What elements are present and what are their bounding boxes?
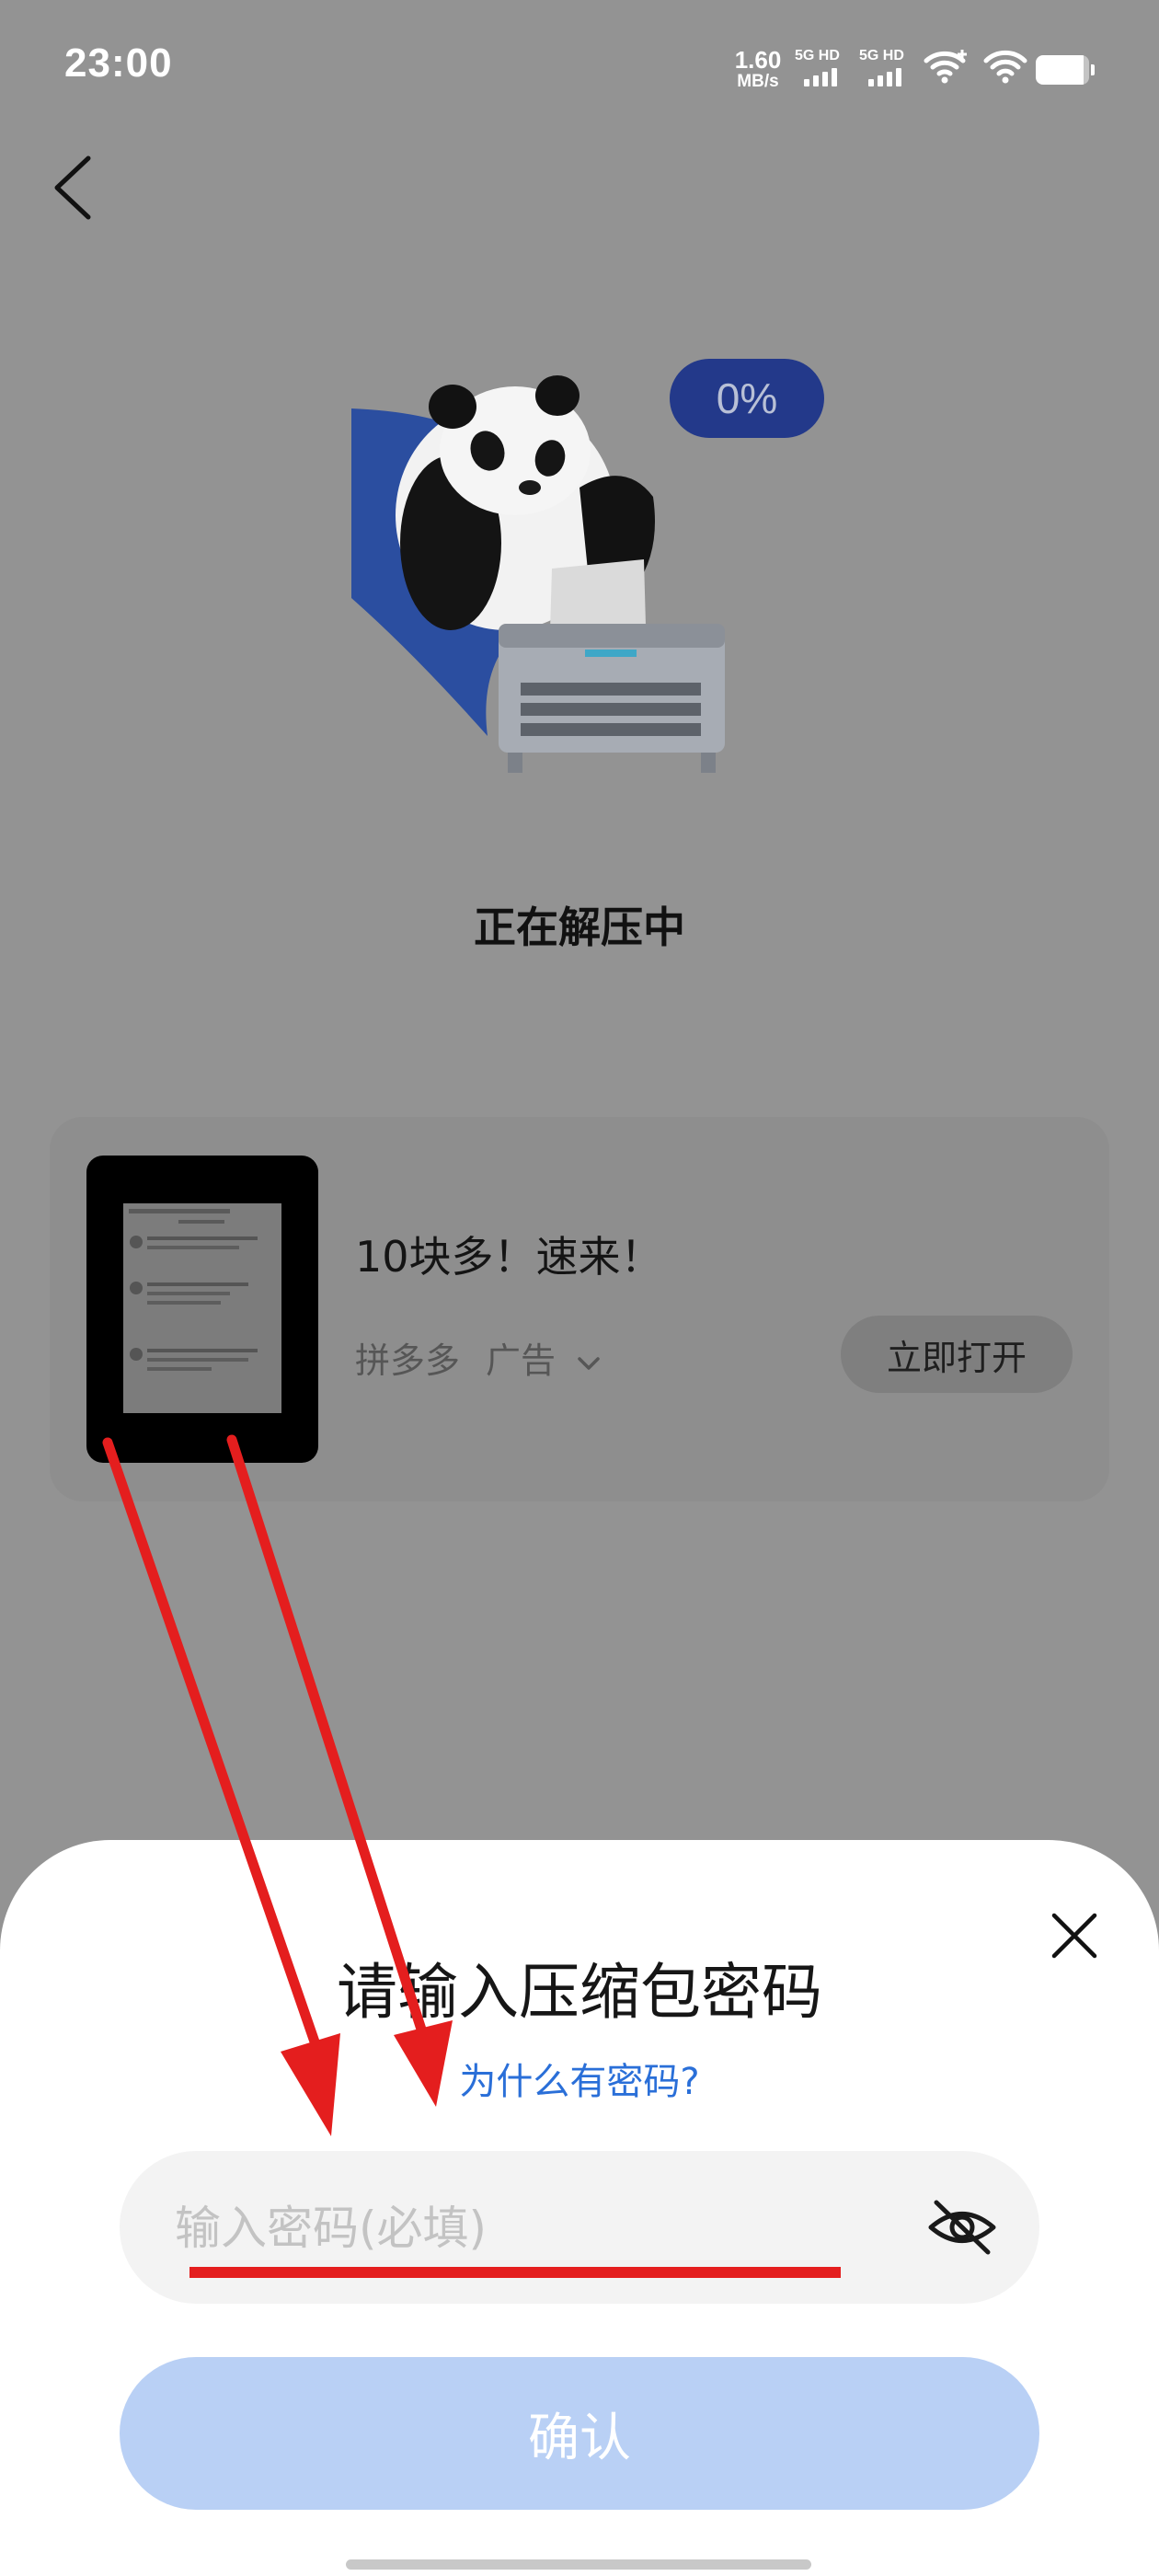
eye-off-icon	[928, 2200, 996, 2255]
ad-title: 10块多！速来！	[355, 1232, 663, 1282]
sim1-label: 5G HD	[795, 48, 840, 63]
back-button[interactable]	[48, 151, 103, 224]
status-bar: 23:00 1.60 MB/s 5G HD 5G HD	[0, 0, 1159, 129]
why-password-link[interactable]: 为什么有密码?	[0, 2052, 1159, 2105]
toggle-visibility-button[interactable]	[925, 2195, 999, 2260]
ad-label-text: 广告	[486, 1340, 557, 1381]
network-speed: 1.60 MB/s	[729, 48, 787, 90]
ad-thumbnail[interactable]	[86, 1156, 318, 1463]
sim2-label: 5G HD	[859, 48, 904, 63]
confirm-button[interactable]: 确认	[120, 2357, 1039, 2510]
cellular-signal-icon: 5G HD	[795, 48, 850, 88]
password-input[interactable]	[175, 2182, 892, 2274]
extracting-status: 正在解压中	[474, 903, 685, 952]
wifi-icon	[982, 48, 1028, 85]
cellular-signal-icon: 5G HD	[859, 48, 914, 88]
ad-source: 拼多多	[355, 1340, 461, 1381]
network-speed-unit: MB/s	[737, 72, 779, 91]
wifi-plus-icon	[924, 48, 970, 85]
ad-label-dropdown[interactable]: 广告	[486, 1332, 602, 1383]
home-indicator[interactable]	[346, 2559, 811, 2570]
chevron-left-icon	[54, 155, 91, 220]
dialog-title: 请输入压缩包密码	[337, 1957, 822, 2028]
open-now-button[interactable]: 立即打开	[841, 1316, 1073, 1393]
chevron-down-icon	[578, 1356, 600, 1370]
progress-badge: 0%	[670, 359, 824, 438]
battery-icon	[1036, 55, 1095, 85]
ad-thumbnail-screenshot	[123, 1203, 281, 1413]
status-time: 23:00	[64, 40, 173, 86]
network-speed-value: 1.60	[734, 46, 782, 74]
